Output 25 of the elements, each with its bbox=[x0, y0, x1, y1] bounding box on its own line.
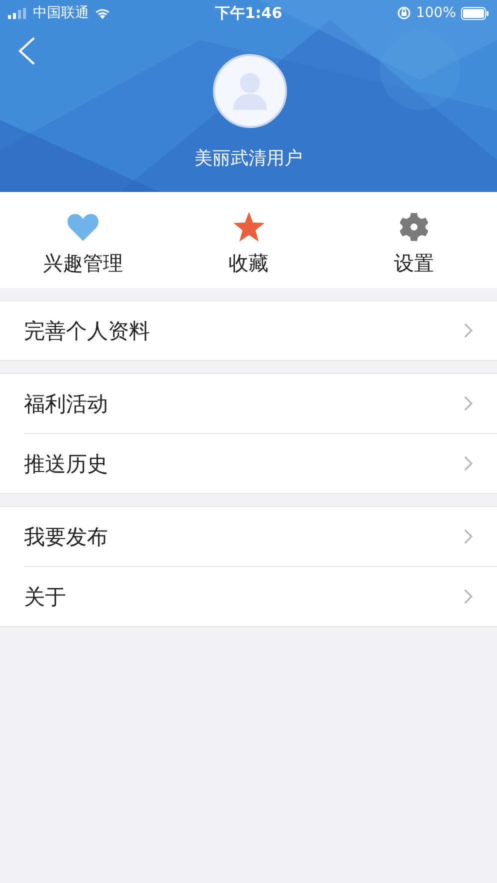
quick-action-button[interactable]: 设置 bbox=[331, 192, 497, 288]
menu-item[interactable]: 推送历史 bbox=[24, 433, 497, 493]
user-silhouette-icon bbox=[232, 72, 268, 110]
heart-icon bbox=[66, 213, 99, 241]
rotation-lock-icon bbox=[396, 6, 411, 20]
battery-percent: 100% bbox=[416, 5, 456, 21]
chevron-icon bbox=[464, 529, 473, 544]
menu-item[interactable]: 关于 bbox=[24, 566, 497, 626]
chevron-icon bbox=[464, 323, 473, 338]
battery-icon bbox=[461, 6, 489, 20]
chevron-icon bbox=[464, 589, 473, 604]
user-name: 美丽武清用户 bbox=[194, 147, 302, 170]
menu-item[interactable]: 福利活动 bbox=[0, 374, 497, 433]
star-icon bbox=[232, 212, 264, 242]
quick-action-button[interactable]: 兴趣管理 bbox=[0, 192, 166, 288]
gear-icon bbox=[400, 213, 428, 241]
menu-item[interactable]: 我要发布 bbox=[0, 507, 497, 566]
menu-item[interactable]: 完善个人资料 bbox=[0, 301, 497, 360]
status-time: 下午1:46 bbox=[214, 4, 282, 22]
signal-icon bbox=[8, 8, 28, 18]
wifi-icon bbox=[94, 7, 111, 19]
quick-action-button[interactable]: 收藏 bbox=[166, 192, 332, 288]
chevron-icon bbox=[464, 396, 473, 411]
carrier-name: 中国联通 bbox=[33, 4, 89, 22]
chevron-icon bbox=[464, 456, 473, 471]
